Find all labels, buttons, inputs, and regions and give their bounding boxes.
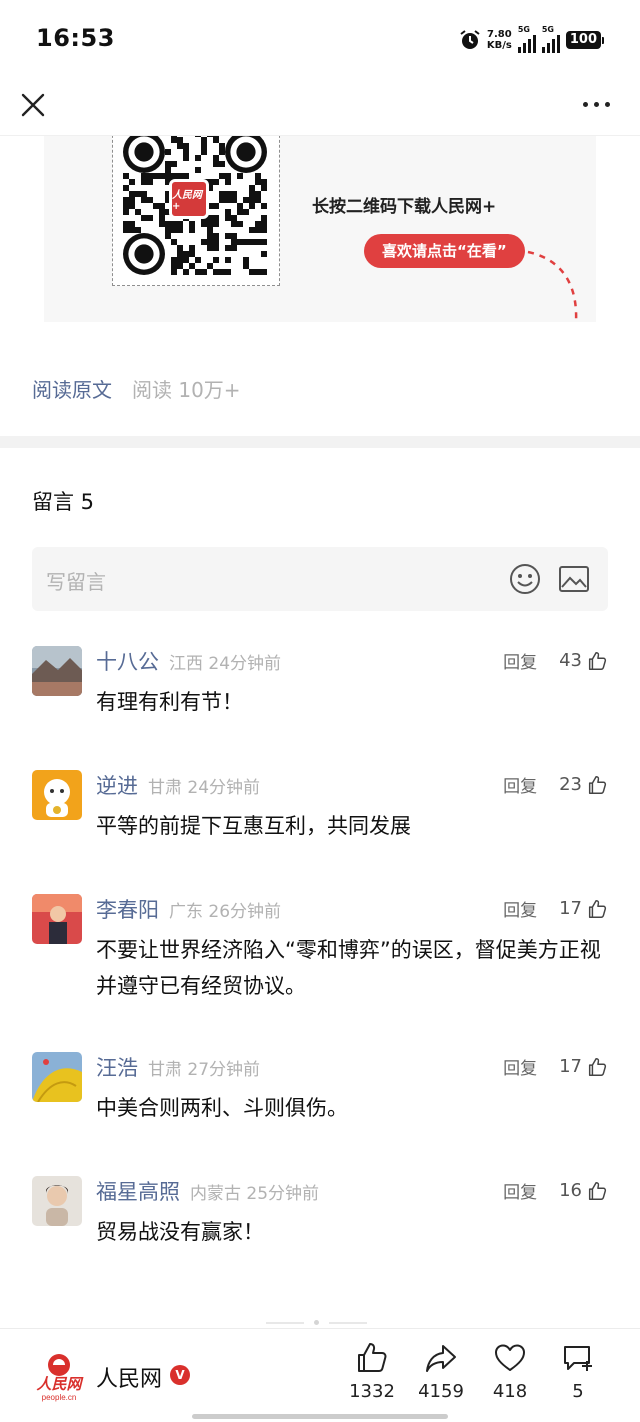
thumbs-up-icon <box>358 1343 387 1372</box>
comment-text: 平等的前提下互惠互利，共同发展 <box>96 814 411 838</box>
reply-button[interactable]: 回复 <box>503 772 537 797</box>
battery-icon: 100 <box>565 31 604 49</box>
image-icon[interactable] <box>558 565 590 593</box>
avatar[interactable] <box>32 894 82 944</box>
reply-button[interactable]: 回复 <box>503 1178 537 1203</box>
bottom-action-bar: 人民网 people.cn 人民网 V 1332 4159 418 5 <box>0 1328 640 1422</box>
more-options-icon[interactable] <box>583 102 610 107</box>
comment-text: 中美合则两利、斗则俱伤。 <box>96 1096 348 1120</box>
emoji-icon[interactable] <box>509 563 541 595</box>
home-indicator[interactable] <box>192 1414 448 1419</box>
comment-author[interactable]: 汪浩 <box>96 1052 138 1082</box>
page-indicator <box>266 1320 367 1325</box>
comments-title: 留言 5 <box>32 490 95 514</box>
like-button[interactable]: 1332 <box>337 1341 407 1402</box>
signal-label: 5G <box>517 25 530 34</box>
comment-meta: 甘肃 27分钟前 <box>148 1060 261 1080</box>
comment-count: 5 <box>572 1381 584 1402</box>
download-app-banner: 人民网+ 长按二维码下载人民网+ 喜欢请点击“在看” <box>44 136 596 322</box>
favorite-button[interactable]: 418 <box>475 1341 545 1402</box>
favorite-count: 418 <box>492 1381 528 1402</box>
reply-button[interactable]: 回复 <box>503 648 537 673</box>
brand-logo-text: 人民网 <box>36 1376 84 1393</box>
like-count: 1332 <box>349 1381 395 1402</box>
share-icon <box>426 1345 456 1372</box>
alarm-clock-icon <box>460 30 480 49</box>
comment-button[interactable]: 5 <box>543 1341 613 1402</box>
net-speed: 7.80 KB/s <box>487 29 512 51</box>
signal-strength-icon: 5G <box>517 25 536 53</box>
share-button[interactable]: 4159 <box>406 1341 476 1402</box>
comment-like-count: 17 <box>559 1056 582 1077</box>
thumbs-up-icon[interactable] <box>586 774 608 796</box>
qr-logo: 人民网+ <box>169 179 209 219</box>
net-speed-value: 7.80 <box>487 29 512 40</box>
comment-like-count: 16 <box>559 1180 582 1201</box>
verified-badge-icon: V <box>170 1365 190 1385</box>
avatar[interactable] <box>32 1176 82 1226</box>
comment-meta: 甘肃 24分钟前 <box>148 778 261 798</box>
section-divider <box>0 436 640 448</box>
comment-like-count: 17 <box>559 898 582 919</box>
comment-text: 有理有利有节！ <box>96 690 243 714</box>
write-comment-placeholder: 写留言 <box>46 570 106 594</box>
brand-name[interactable]: 人民网 <box>96 1361 162 1393</box>
status-icons: 7.80 KB/s 5G 5G 100 <box>459 25 604 54</box>
comment-like-count: 43 <box>559 650 582 671</box>
avatar[interactable] <box>32 770 82 820</box>
signal-label: 5G <box>541 25 554 34</box>
close-icon[interactable] <box>18 90 48 120</box>
brand-logo[interactable]: 人民网 people.cn <box>32 1351 86 1403</box>
comment-author[interactable]: 十八公 <box>96 646 159 676</box>
status-bar: 16:53 7.80 KB/s 5G 5G 100 <box>0 0 640 80</box>
comment-meta: 广东 26分钟前 <box>169 902 282 922</box>
comment-author[interactable]: 逆进 <box>96 770 138 800</box>
signal-strength-icon: 5G <box>541 25 560 53</box>
comment-text: 贸易战没有赢家！ <box>96 1220 264 1244</box>
reply-button[interactable]: 回复 <box>503 1054 537 1079</box>
avatar[interactable] <box>32 646 82 696</box>
dashed-arrow-decoration <box>527 250 578 322</box>
comment-author[interactable]: 福星高照 <box>96 1176 180 1206</box>
comment-meta: 内蒙古 25分钟前 <box>190 1184 320 1204</box>
read-count: 阅读 10万+ <box>132 378 241 402</box>
brand-logo-url: people.cn <box>42 1393 77 1402</box>
battery-level: 100 <box>565 31 601 49</box>
share-count: 4159 <box>418 1381 464 1402</box>
thumbs-up-icon[interactable] <box>586 1180 608 1202</box>
banner-title: 长按二维码下载人民网+ <box>312 197 497 217</box>
banner-pill: 喜欢请点击“在看” <box>364 234 525 268</box>
reply-button[interactable]: 回复 <box>503 896 537 921</box>
net-speed-unit: KB/s <box>486 40 512 51</box>
avatar[interactable] <box>32 1052 82 1102</box>
heart-icon <box>495 1344 525 1371</box>
top-nav <box>0 80 640 136</box>
read-original-link[interactable]: 阅读原文 <box>32 374 112 403</box>
qr-code-frame: 人民网+ <box>112 136 280 286</box>
article-meta: 阅读原文 阅读 10万+ <box>32 374 241 403</box>
status-time: 16:53 <box>36 24 115 52</box>
thumbs-up-icon[interactable] <box>586 1056 608 1078</box>
thumbs-up-icon[interactable] <box>586 898 608 920</box>
comment-text: 不要让世界经济陷入“零和博弈”的误区，督促美方正视并遵守已有经贸协议。 <box>96 938 601 998</box>
thumbs-up-icon[interactable] <box>586 650 608 672</box>
comment-author[interactable]: 李春阳 <box>96 894 159 924</box>
write-comment-input[interactable]: 写留言 <box>32 547 608 611</box>
comment-like-count: 23 <box>559 774 582 795</box>
comment-meta: 江西 24分钟前 <box>169 654 282 674</box>
comment-add-icon <box>564 1346 592 1371</box>
